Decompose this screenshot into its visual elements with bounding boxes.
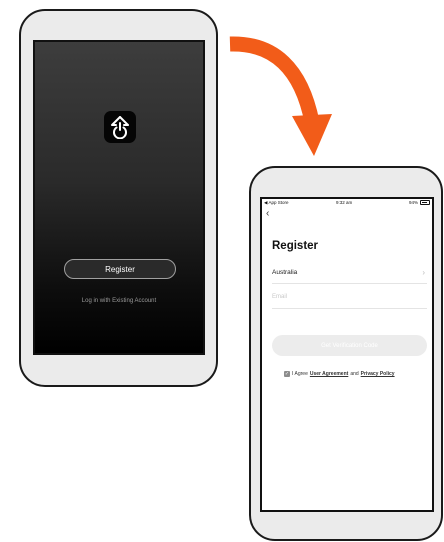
country-value: Australia [272,269,298,276]
status-bar: ◀ App Store 9:32 am 94% [262,199,432,206]
back-to-app-store[interactable]: ◀ App Store [264,199,288,206]
register-screen: ◀ App Store 9:32 am 94% ‹ Register Austr… [260,197,434,512]
battery-percent: 94% [408,200,418,205]
chevron-left-icon[interactable]: ‹ [266,209,269,219]
login-existing-account-link[interactable]: Log in with Existing Account [35,298,203,304]
country-selector[interactable]: Australia › [272,268,427,284]
agree-prefix: I Agree [292,371,308,377]
agreement-row: ✓ I Agree User Agreement and Privacy Pol… [284,371,397,377]
page-title: Register [272,240,319,252]
battery-icon [420,200,430,205]
and-text: and [350,371,359,377]
flow-arrow-icon [229,36,332,156]
left-phone-frame: Register Log in with Existing Account [19,9,218,387]
right-phone-frame: ◀ App Store 9:32 am 94% ‹ Register Austr… [249,166,443,541]
register-button[interactable]: Register [64,259,176,279]
email-placeholder: Email [272,294,288,300]
email-field[interactable]: Email [272,294,427,309]
power-icon [104,111,136,143]
chevron-right-icon: › [422,268,425,277]
welcome-screen: Register Log in with Existing Account [33,40,205,355]
privacy-policy-link[interactable]: Privacy Policy [361,371,395,377]
user-agreement-link[interactable]: User Agreement [310,371,348,377]
status-time: 9:32 am [336,200,353,205]
get-verification-code-button[interactable]: Get Verification Code [272,335,427,356]
agree-checkbox[interactable]: ✓ [284,371,290,377]
